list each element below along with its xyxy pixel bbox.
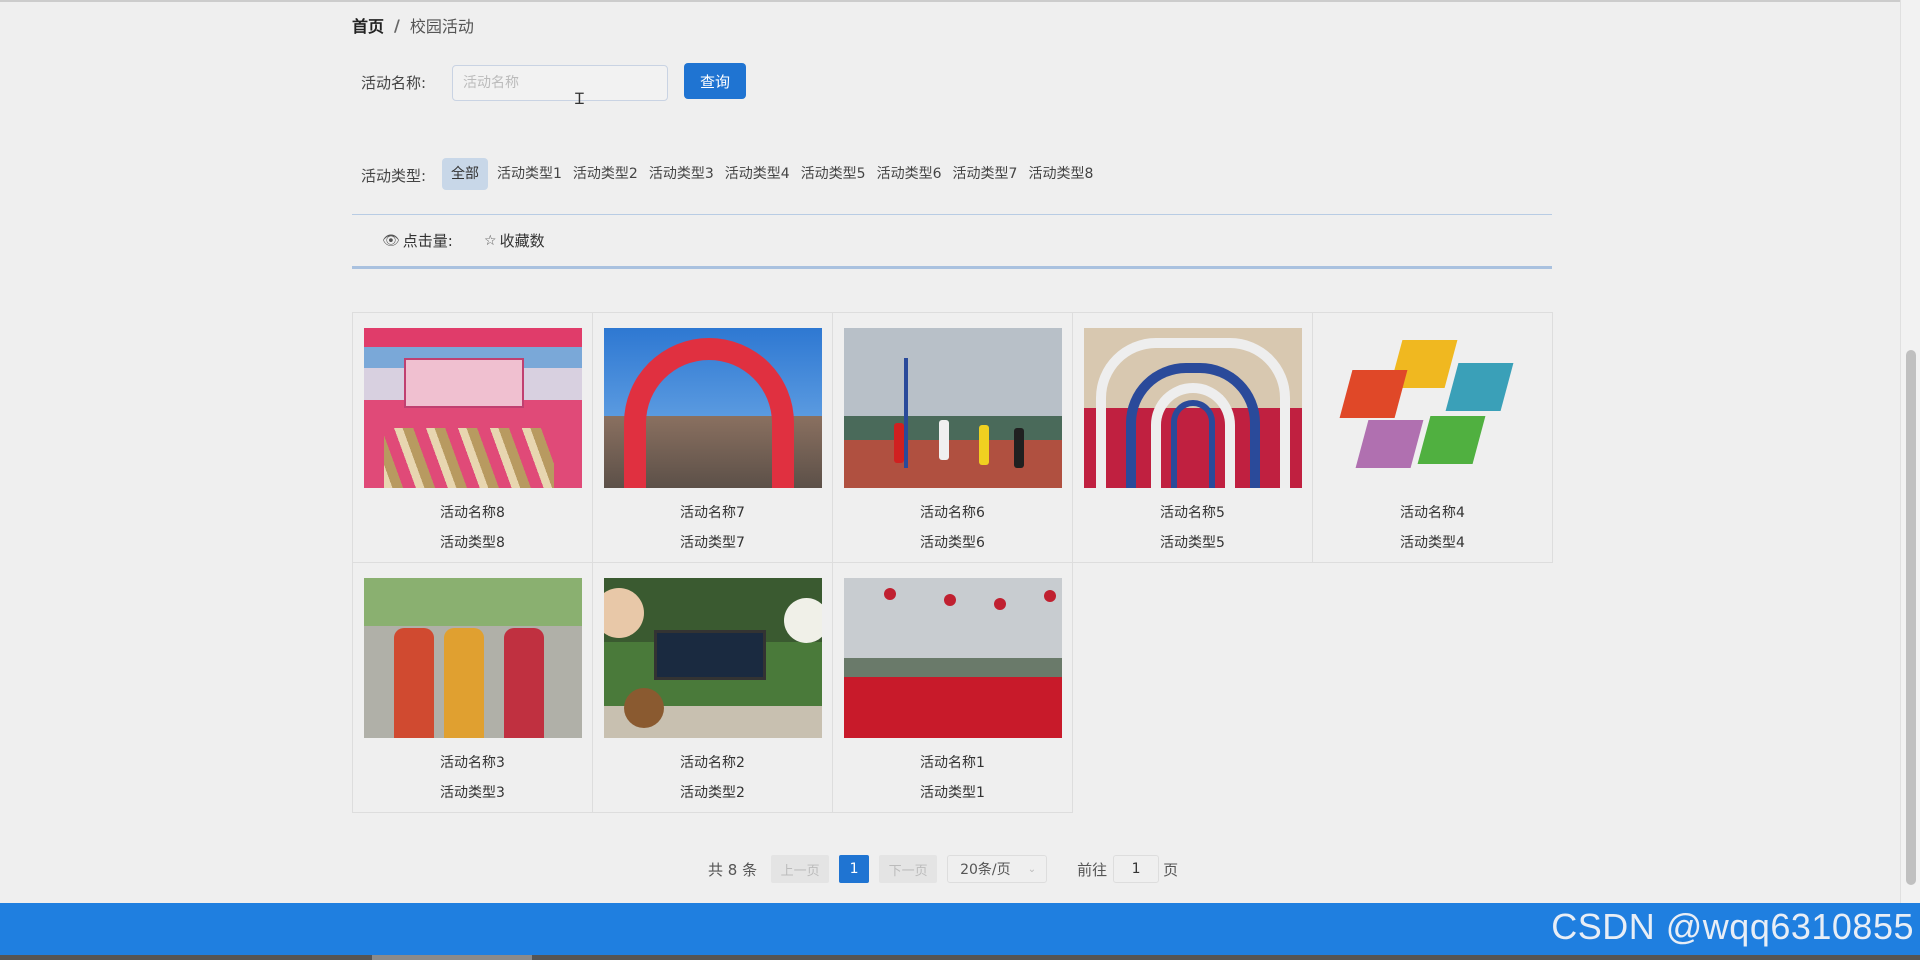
chevron-down-icon: ⌄ [1027,863,1037,875]
activity-image [603,578,822,738]
type-filter-item[interactable]: 活动类型6 [875,158,944,190]
type-filter-list: 全部 活动类型1 活动类型2 活动类型3 活动类型4 活动类型5 活动类型6 活… [442,158,1102,190]
eye-icon: 👁 [382,232,400,249]
next-page-button[interactable]: 下一页 [879,855,938,883]
activity-image [363,578,582,738]
activity-image [603,328,822,488]
activity-card[interactable]: 活动名称5 活动类型5 [1072,312,1313,563]
type-filter-item[interactable]: 活动类型7 [951,158,1020,190]
sort-clicks-label: 点击量: [402,232,453,250]
scrollbar-thumb[interactable] [1906,350,1916,885]
goto-page-input[interactable] [1113,855,1160,883]
breadcrumb: 首页 / 校园活动 [352,13,474,37]
activity-name: 活动名称8 [440,505,505,521]
activity-name: 活动名称5 [1160,505,1225,521]
star-icon: ☆ [484,232,497,249]
activity-image [843,328,1062,488]
activity-type: 活动类型4 [1400,535,1465,551]
sort-favorites-label: 收藏数 [499,232,545,250]
breadcrumb-home[interactable]: 首页 [352,13,384,37]
type-filter-item[interactable]: 活动类型2 [571,158,640,190]
activity-name: 活动名称1 [920,755,985,771]
activity-name: 活动名称6 [920,505,985,521]
activity-card[interactable]: 活动名称2 活动类型2 [592,562,833,813]
activity-card[interactable]: 活动名称1 活动类型1 [832,562,1073,813]
activity-image [1083,328,1302,488]
pagination: 共 8 条 上一页 1 下一页 20条/页 ⌄ 前往 页 [708,855,1178,883]
activity-type: 活动类型5 [1160,535,1225,551]
pagination-total: 共 8 条 [708,860,758,879]
activity-type: 活动类型3 [440,785,505,801]
activity-name: 活动名称3 [440,755,505,771]
type-filter-item[interactable]: 活动类型5 [799,158,868,190]
activity-type: 活动类型8 [440,535,505,551]
activity-type: 活动类型2 [680,785,745,801]
breadcrumb-separator: / [394,15,400,35]
search-input[interactable] [452,65,668,101]
activity-name: 活动名称4 [1400,505,1465,521]
watermark: CSDN @wqq6310855 [1551,906,1914,947]
activity-image [843,578,1062,738]
type-filter-all[interactable]: 全部 [442,158,488,190]
type-filter-item[interactable]: 活动类型8 [1026,158,1095,190]
activity-card[interactable]: 活动名称3 活动类型3 [352,562,593,813]
activity-grid: 活动名称8 活动类型8 活动名称7 活动类型7 活动名称6 活动类型6 活动名称… [352,312,1553,813]
type-filter-item[interactable]: 活动类型1 [495,158,564,190]
activity-image [1323,328,1542,488]
page-size-value: 20条/页 [960,862,1011,878]
type-filter-label: 活动类型: [361,167,427,185]
activity-type: 活动类型7 [680,535,745,551]
goto-suffix: 页 [1163,860,1179,879]
activity-name: 活动名称2 [680,755,745,771]
activity-card[interactable]: 活动名称7 活动类型7 [592,312,833,563]
type-filter-item[interactable]: 活动类型4 [723,158,792,190]
activity-card[interactable]: 活动名称8 活动类型8 [352,312,593,563]
activity-image [363,328,582,488]
page-size-select[interactable]: 20条/页 ⌄ [947,855,1048,883]
scrollbar[interactable] [1900,0,1920,903]
top-border [0,0,1900,2]
text-cursor-icon: Ɪ [575,89,584,108]
activity-card[interactable]: 活动名称4 活动类型4 [1312,312,1553,563]
taskbar-strip [0,955,1920,960]
search-label: 活动名称: [361,74,427,92]
activity-name: 活动名称7 [680,505,745,521]
search-button[interactable]: 查询 [684,63,746,99]
page-number-current[interactable]: 1 [839,855,870,883]
type-filter-item[interactable]: 活动类型3 [647,158,716,190]
activity-type: 活动类型6 [920,535,985,551]
prev-page-button[interactable]: 上一页 [771,855,830,883]
breadcrumb-current: 校园活动 [409,17,474,36]
sort-divider-top [352,214,1552,215]
activity-card[interactable]: 活动名称6 活动类型6 [832,312,1073,563]
sort-by-clicks[interactable]: 👁 点击量: [382,230,453,251]
activity-type: 活动类型1 [920,785,985,801]
goto-label: 前往 [1077,860,1108,879]
sort-divider-bottom [352,266,1552,269]
sort-by-favorites[interactable]: ☆ 收藏数 [484,230,545,251]
